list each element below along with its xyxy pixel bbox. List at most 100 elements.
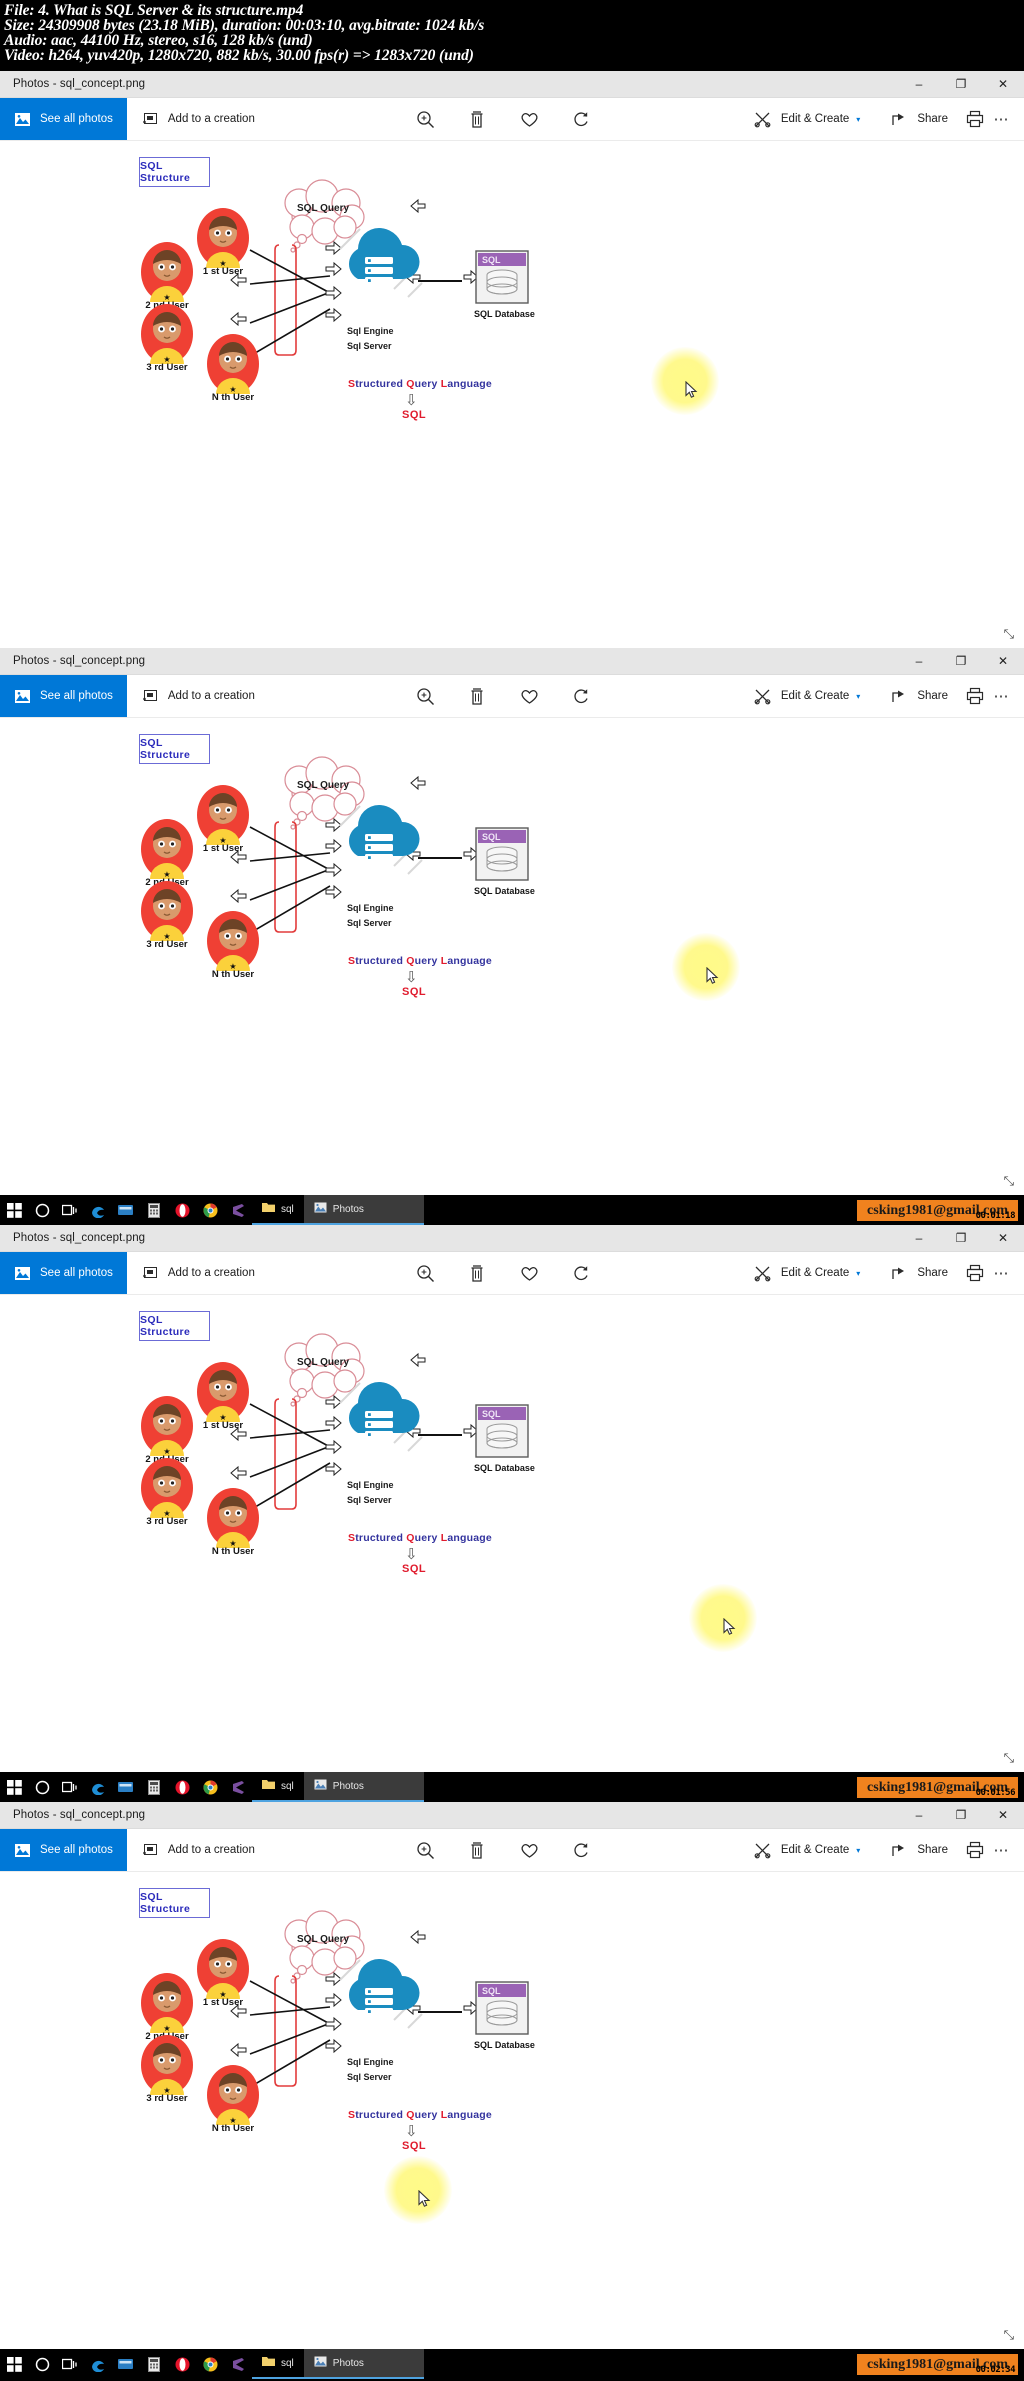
see-all-photos-button[interactable]: See all photos <box>0 1252 127 1294</box>
expand-fullscreen-icon[interactable]: ⤡ <box>1004 1750 1014 1766</box>
close-button[interactable]: ✕ <box>982 1225 1024 1252</box>
windows-start-icon[interactable] <box>0 2349 28 2379</box>
taskbar-app-sql-folder[interactable]: sql <box>252 1195 304 1225</box>
rotate-icon[interactable] <box>570 108 592 130</box>
opera-browser-icon[interactable] <box>168 2349 196 2379</box>
expansion-rest-structured: tructured <box>355 1532 404 1544</box>
add-to-creation-button[interactable]: Add to a creation <box>127 1829 267 1871</box>
heart-icon[interactable] <box>518 108 540 130</box>
taskbar-app-sql-folder[interactable]: sql <box>252 2349 304 2379</box>
edge-browser-icon[interactable] <box>84 1772 112 1802</box>
see-all-photos-button[interactable]: See all photos <box>0 1829 127 1871</box>
file-explorer-icon[interactable] <box>112 2349 140 2379</box>
calculator-icon[interactable] <box>140 1195 168 1225</box>
minimize-button[interactable]: – <box>898 648 940 675</box>
close-button[interactable]: ✕ <box>982 648 1024 675</box>
task-view-icon[interactable] <box>56 1772 84 1802</box>
expand-fullscreen-icon[interactable]: ⤡ <box>1004 2327 1014 2343</box>
print-icon[interactable] <box>964 1262 986 1284</box>
close-button[interactable]: ✕ <box>982 1802 1024 1829</box>
image-canvas[interactable]: SQL Structure SQL SQL Query ★ 1 st User … <box>0 1872 1024 2349</box>
task-view-icon[interactable] <box>56 1195 84 1225</box>
windows-start-icon[interactable] <box>0 1195 28 1225</box>
chrome-browser-icon[interactable] <box>196 2349 224 2379</box>
heart-icon[interactable] <box>518 685 540 707</box>
expansion-rest-query: uery <box>414 2109 438 2121</box>
share-button[interactable]: Share <box>876 108 960 130</box>
opera-browser-icon[interactable] <box>168 1772 196 1802</box>
task-view-icon[interactable] <box>56 2349 84 2379</box>
chrome-browser-icon[interactable] <box>196 1772 224 1802</box>
vscode-icon[interactable] <box>224 2349 252 2379</box>
rotate-icon[interactable] <box>570 1839 592 1861</box>
vscode-icon[interactable] <box>224 1772 252 1802</box>
maximize-button[interactable]: ❐ <box>940 1802 982 1829</box>
taskbar-app-sql-folder[interactable]: sql <box>252 1772 304 1802</box>
print-icon[interactable] <box>964 108 986 130</box>
edge-browser-icon[interactable] <box>84 2349 112 2379</box>
expand-fullscreen-icon[interactable]: ⤡ <box>1004 1173 1014 1189</box>
maximize-button[interactable]: ❐ <box>940 648 982 675</box>
minimize-button[interactable]: – <box>898 1225 940 1252</box>
minimize-button[interactable]: – <box>898 71 940 98</box>
trash-icon[interactable] <box>466 108 488 130</box>
image-canvas[interactable]: SQL Structure SQL SQL Query ★ 1 st User … <box>0 718 1024 1195</box>
print-icon[interactable] <box>964 685 986 707</box>
cortana-search-icon[interactable] <box>28 1772 56 1802</box>
maximize-button[interactable]: ❐ <box>940 71 982 98</box>
taskbar-app-photos[interactable]: Photos <box>303 1195 424 1225</box>
edge-browser-icon[interactable] <box>84 1195 112 1225</box>
zoom-icon[interactable] <box>414 108 436 130</box>
edit-create-icon <box>752 108 774 130</box>
cortana-search-icon[interactable] <box>28 1195 56 1225</box>
edit-and-create-button[interactable]: Edit & Create ▾ <box>740 1262 872 1284</box>
vscode-icon[interactable] <box>224 1195 252 1225</box>
zoom-icon[interactable] <box>414 1839 436 1861</box>
minimize-button[interactable]: – <box>898 1802 940 1829</box>
trash-icon[interactable] <box>466 685 488 707</box>
trash-icon[interactable] <box>466 1262 488 1284</box>
taskbar-app-photos[interactable]: Photos <box>303 1772 424 1802</box>
cortana-search-icon[interactable] <box>28 2349 56 2379</box>
windows-start-icon[interactable] <box>0 1772 28 1802</box>
edit-and-create-button[interactable]: Edit & Create ▾ <box>740 1839 872 1861</box>
more-options-icon[interactable]: ⋯ <box>990 1839 1012 1861</box>
rotate-icon[interactable] <box>570 1262 592 1284</box>
calculator-icon[interactable] <box>140 1772 168 1802</box>
image-canvas[interactable]: SQL Structure SQL SQL Query ★ 1 st User … <box>0 141 1024 648</box>
edit-and-create-button[interactable]: Edit & Create ▾ <box>740 685 872 707</box>
maximize-button[interactable]: ❐ <box>940 1225 982 1252</box>
calculator-icon[interactable] <box>140 2349 168 2379</box>
photos-toolbar: See all photos Add to a creation Edit & … <box>0 98 1024 141</box>
more-options-icon[interactable]: ⋯ <box>990 1262 1012 1284</box>
print-icon[interactable] <box>964 1839 986 1861</box>
edit-and-create-button[interactable]: Edit & Create ▾ <box>740 108 872 130</box>
heart-icon[interactable] <box>518 1262 540 1284</box>
see-all-photos-button[interactable]: See all photos <box>0 98 127 140</box>
close-button[interactable]: ✕ <box>982 71 1024 98</box>
add-to-creation-button[interactable]: Add to a creation <box>127 98 267 140</box>
window-title-bar: Photos - sql_concept.png – ❐ ✕ <box>0 1225 1024 1252</box>
zoom-icon[interactable] <box>414 685 436 707</box>
add-to-creation-button[interactable]: Add to a creation <box>127 1252 267 1294</box>
add-to-creation-button[interactable]: Add to a creation <box>127 675 267 717</box>
heart-icon[interactable] <box>518 1839 540 1861</box>
share-label: Share <box>917 1844 948 1856</box>
see-all-photos-button[interactable]: See all photos <box>0 675 127 717</box>
file-explorer-icon[interactable] <box>112 1772 140 1802</box>
share-button[interactable]: Share <box>876 685 960 707</box>
chrome-browser-icon[interactable] <box>196 1195 224 1225</box>
share-button[interactable]: Share <box>876 1839 960 1861</box>
trash-icon[interactable] <box>466 1839 488 1861</box>
image-canvas[interactable]: SQL Structure SQL SQL Query ★ 1 st User … <box>0 1295 1024 1772</box>
zoom-icon[interactable] <box>414 1262 436 1284</box>
expand-fullscreen-icon[interactable]: ⤡ <box>1004 626 1014 642</box>
taskbar-app-photos[interactable]: Photos <box>303 2349 424 2379</box>
rotate-icon[interactable] <box>570 685 592 707</box>
more-options-icon[interactable]: ⋯ <box>990 108 1012 130</box>
more-options-icon[interactable]: ⋯ <box>990 685 1012 707</box>
file-explorer-icon[interactable] <box>112 1195 140 1225</box>
windows-taskbar: sql Photos csking1981@gmail.com 00:01:18 <box>0 1195 1024 1225</box>
share-button[interactable]: Share <box>876 1262 960 1284</box>
opera-browser-icon[interactable] <box>168 1195 196 1225</box>
